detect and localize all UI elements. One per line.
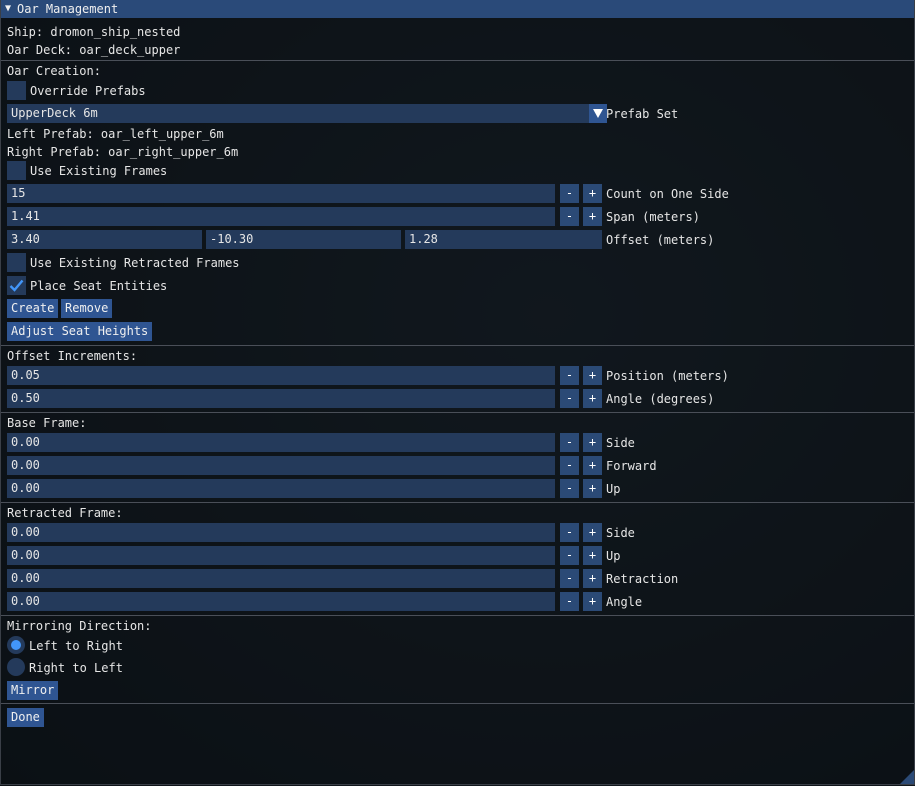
offset-z-input[interactable]: 1.28 xyxy=(405,230,602,249)
span-input[interactable]: 1.41 xyxy=(7,207,555,226)
base-up-input[interactable]: 0.00 xyxy=(7,479,555,498)
separator xyxy=(1,703,914,704)
offset-label: Offset (meters) xyxy=(606,233,715,247)
resize-grip-icon[interactable] xyxy=(900,770,914,784)
angle-increment-label: Angle (degrees) xyxy=(606,392,715,406)
place-seat-entities-checkbox[interactable] xyxy=(7,276,26,295)
retracted-up-input[interactable]: 0.00 xyxy=(7,546,555,565)
remove-button[interactable]: Remove xyxy=(61,299,113,318)
right-to-left-radio[interactable] xyxy=(7,658,25,676)
oar-management-window: ▼ Oar Management Ship: dromon_ship_neste… xyxy=(0,0,915,785)
span-plus-button[interactable]: + xyxy=(583,207,602,226)
retracted-side-input[interactable]: 0.00 xyxy=(7,523,555,542)
collapse-triangle-icon[interactable]: ▼ xyxy=(5,0,11,18)
base-side-input[interactable]: 0.00 xyxy=(7,433,555,452)
use-existing-frames-checkbox[interactable] xyxy=(7,161,26,180)
base-side-plus-button[interactable]: + xyxy=(583,433,602,452)
retracted-side-plus-button[interactable]: + xyxy=(583,523,602,542)
base-up-plus-button[interactable]: + xyxy=(583,479,602,498)
base-up-label: Up xyxy=(606,482,621,496)
left-to-right-label: Left to Right xyxy=(29,639,123,653)
angle-plus-button[interactable]: + xyxy=(583,389,602,408)
window-title: Oar Management xyxy=(17,2,119,16)
position-increment-label: Position (meters) xyxy=(606,369,729,383)
retracted-angle-label: Angle xyxy=(606,595,643,609)
span-label: Span (meters) xyxy=(606,210,700,224)
override-prefabs-label: Override Prefabs xyxy=(30,84,146,98)
override-prefabs-checkbox[interactable] xyxy=(7,81,26,100)
count-plus-button[interactable]: + xyxy=(583,184,602,203)
base-forward-minus-button[interactable]: - xyxy=(560,456,579,475)
retracted-angle-plus-button[interactable]: + xyxy=(583,592,602,611)
separator xyxy=(1,615,914,616)
retracted-angle-minus-button[interactable]: - xyxy=(560,592,579,611)
retracted-up-plus-button[interactable]: + xyxy=(583,546,602,565)
right-to-left-label: Right to Left xyxy=(29,661,123,675)
title-bar[interactable]: ▼ Oar Management xyxy=(1,0,914,18)
radio-selected-dot xyxy=(11,640,21,650)
checkmark-icon xyxy=(9,279,24,292)
retracted-up-label: Up xyxy=(606,549,621,563)
base-forward-label: Forward xyxy=(606,459,657,473)
prefab-set-combo[interactable]: UpperDeck 6m xyxy=(7,104,589,123)
retraction-input[interactable]: 0.00 xyxy=(7,569,555,588)
base-forward-input[interactable]: 0.00 xyxy=(7,456,555,475)
mirror-button[interactable]: Mirror xyxy=(7,681,59,700)
retracted-side-label: Side xyxy=(606,526,635,540)
angle-increment-input[interactable]: 0.50 xyxy=(7,389,555,408)
angle-minus-button[interactable]: - xyxy=(560,389,579,408)
separator xyxy=(1,60,914,61)
span-minus-button[interactable]: - xyxy=(560,207,579,226)
count-minus-button[interactable]: - xyxy=(560,184,579,203)
base-side-label: Side xyxy=(606,436,635,450)
separator xyxy=(1,412,914,413)
retracted-frame-header: Retracted Frame: xyxy=(7,506,123,520)
use-existing-retracted-checkbox[interactable] xyxy=(7,253,26,272)
count-label: Count on One Side xyxy=(606,187,729,201)
right-prefab-info: Right Prefab: oar_right_upper_6m xyxy=(7,145,239,159)
offset-increments-header: Offset Increments: xyxy=(7,349,138,363)
prefab-set-label: Prefab Set xyxy=(606,107,679,121)
prefab-set-dropdown-button[interactable] xyxy=(589,104,607,123)
retracted-side-minus-button[interactable]: - xyxy=(560,523,579,542)
create-button[interactable]: Create xyxy=(7,299,59,318)
oar-creation-header: Oar Creation: xyxy=(7,64,101,78)
position-minus-button[interactable]: - xyxy=(560,366,579,385)
offset-x-input[interactable]: 3.40 xyxy=(7,230,202,249)
retraction-label: Retraction xyxy=(606,572,679,586)
chevron-down-icon xyxy=(593,109,603,118)
retraction-minus-button[interactable]: - xyxy=(560,569,579,588)
done-button[interactable]: Done xyxy=(7,708,44,727)
separator xyxy=(1,345,914,346)
base-frame-header: Base Frame: xyxy=(7,416,87,430)
base-up-minus-button[interactable]: - xyxy=(560,479,579,498)
use-existing-retracted-label: Use Existing Retracted Frames xyxy=(30,256,240,270)
separator xyxy=(1,502,914,503)
oar-deck-info: Oar Deck: oar_deck_upper xyxy=(7,43,181,57)
mirroring-header: Mirroring Direction: xyxy=(7,619,152,633)
use-existing-frames-label: Use Existing Frames xyxy=(30,164,168,178)
position-plus-button[interactable]: + xyxy=(583,366,602,385)
adjust-seat-heights-button[interactable]: Adjust Seat Heights xyxy=(7,322,153,341)
ship-info: Ship: dromon_ship_nested xyxy=(7,25,181,39)
base-side-minus-button[interactable]: - xyxy=(560,433,579,452)
count-input[interactable]: 15 xyxy=(7,184,555,203)
base-forward-plus-button[interactable]: + xyxy=(583,456,602,475)
offset-y-input[interactable]: -10.30 xyxy=(206,230,401,249)
retraction-plus-button[interactable]: + xyxy=(583,569,602,588)
place-seat-entities-label: Place Seat Entities xyxy=(30,279,168,293)
left-prefab-info: Left Prefab: oar_left_upper_6m xyxy=(7,127,224,141)
left-to-right-radio[interactable] xyxy=(7,636,25,654)
retracted-angle-input[interactable]: 0.00 xyxy=(7,592,555,611)
retracted-up-minus-button[interactable]: - xyxy=(560,546,579,565)
position-increment-input[interactable]: 0.05 xyxy=(7,366,555,385)
